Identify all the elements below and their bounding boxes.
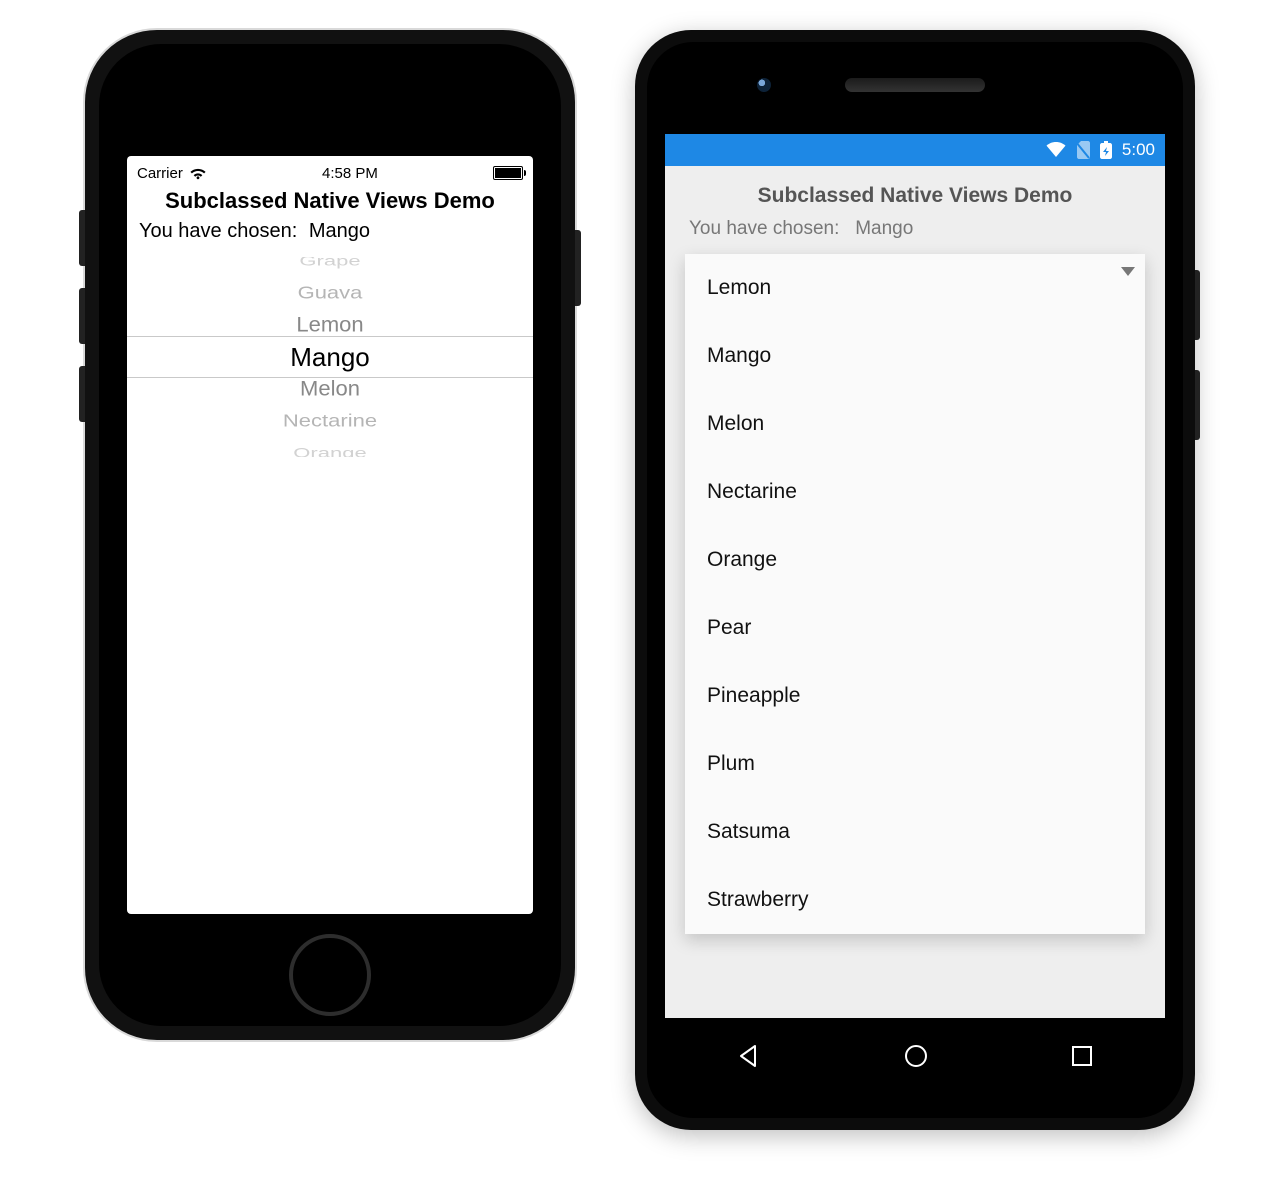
spinner-item[interactable]: Satsuma [685, 798, 1145, 866]
chosen-row: You have chosen: Mango [665, 218, 1165, 254]
home-button[interactable] [289, 934, 371, 1016]
picker-item[interactable]: Grape [127, 257, 533, 271]
picker-item[interactable]: Guava [127, 280, 533, 306]
ios-status-bar: Carrier 4:58 PM [127, 156, 533, 186]
picker-item[interactable]: Nectarine [127, 408, 533, 434]
spinner-item[interactable]: Pineapple [685, 662, 1145, 730]
android-status-bar: 5:00 [665, 134, 1165, 166]
android-device-frame: 5:00 Subclassed Native Views Demo You ha… [635, 30, 1195, 1130]
clock-label: 4:58 PM [322, 165, 378, 182]
ios-picker-wheel[interactable]: Fig Grape Guava Lemon Mango Melon Nectar… [127, 257, 533, 457]
picker-item[interactable]: Orange [127, 443, 533, 457]
android-spinner-dropdown[interactable]: LemonMangoMelonNectarineOrangePearPineap… [685, 254, 1145, 934]
spinner-item[interactable]: Lemon [685, 254, 1145, 322]
wifi-icon [189, 166, 207, 180]
battery-charging-icon [1100, 141, 1112, 159]
spinner-item[interactable]: Pear [685, 594, 1145, 662]
spinner-item[interactable]: Orange [685, 526, 1145, 594]
recents-button[interactable] [1069, 1043, 1095, 1069]
picker-item[interactable]: Melon [127, 374, 533, 404]
earpiece-speaker-icon [845, 78, 985, 92]
spinner-item[interactable]: Melon [685, 390, 1145, 458]
spinner-item[interactable]: Nectarine [685, 458, 1145, 526]
battery-icon [493, 166, 523, 180]
no-sim-icon [1076, 141, 1090, 159]
spinner-item[interactable]: Strawberry [685, 866, 1145, 934]
back-button[interactable] [735, 1042, 763, 1070]
iphone-screen: Carrier 4:58 PM Subclassed Native Views … [127, 156, 533, 914]
spinner-item[interactable]: Plum [685, 730, 1145, 798]
chosen-value: Mango [855, 218, 913, 239]
picker-item[interactable]: Lemon [127, 310, 533, 340]
chosen-label: You have chosen: [139, 220, 297, 242]
android-nav-bar [665, 1020, 1165, 1092]
carrier-label: Carrier [137, 165, 183, 182]
chosen-row: You have chosen: Mango [127, 220, 533, 257]
home-button[interactable] [902, 1042, 930, 1070]
chosen-value: Mango [309, 220, 370, 242]
front-camera-icon [757, 78, 771, 92]
page-title: Subclassed Native Views Demo [665, 166, 1165, 218]
iphone-device-frame: Carrier 4:58 PM Subclassed Native Views … [85, 30, 575, 1040]
wifi-icon [1046, 142, 1066, 158]
chevron-down-icon [1121, 264, 1135, 282]
spinner-item[interactable]: Mango [685, 322, 1145, 390]
clock-label: 5:00 [1122, 140, 1155, 160]
picker-item-selected[interactable]: Mango [127, 341, 533, 373]
page-title: Subclassed Native Views Demo [127, 186, 533, 220]
android-screen: 5:00 Subclassed Native Views Demo You ha… [665, 134, 1165, 1018]
chosen-label: You have chosen: [689, 218, 839, 239]
